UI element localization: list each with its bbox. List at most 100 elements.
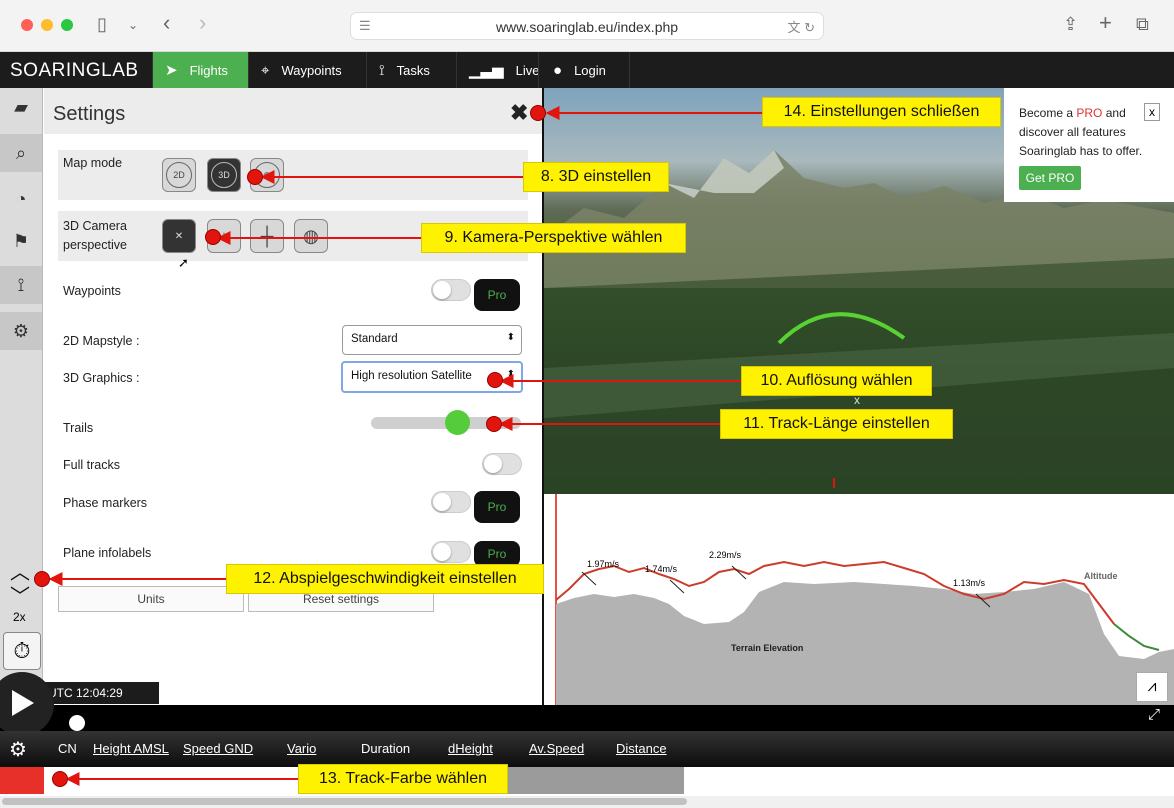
map-mode-2d-button[interactable]: 2D: [162, 158, 196, 192]
nav-login[interactable]: ● Login: [538, 52, 630, 88]
minimize-window-button[interactable]: [41, 19, 53, 31]
share-icon[interactable]: ⇪: [1063, 14, 1078, 35]
settings-header: Settings ✖: [44, 88, 542, 134]
chart-toggle-icon[interactable]: ⩘: [1136, 672, 1168, 702]
horizontal-scrollbar[interactable]: [0, 796, 1174, 808]
promo-close-button[interactable]: x: [1144, 103, 1160, 121]
col-height-amsl[interactable]: Height AMSL: [93, 741, 169, 756]
promo-text: Become a PRO and discover all features S…: [1019, 104, 1164, 161]
toggle-knob: [433, 281, 451, 299]
tabs-icon[interactable]: ⧉: [1136, 14, 1149, 35]
waypoints-toggle[interactable]: [431, 279, 471, 301]
timeline-handle[interactable]: [68, 715, 85, 731]
sidebar-icon[interactable]: ▯: [97, 14, 107, 35]
browser-toolbar: ▯ ⌄ ‹ › ☰ www.soaringlab.eu/index.php 文 …: [0, 0, 1174, 52]
toggle-knob: [433, 493, 451, 511]
phase-markers-pro-badge[interactable]: Pro: [474, 491, 520, 523]
cross-camera-icon: ┼: [260, 225, 274, 246]
nav-waypoints[interactable]: ⌖ Waypoints: [248, 52, 366, 88]
camera-cross-button[interactable]: ┼: [250, 219, 284, 253]
col-duration[interactable]: Duration: [361, 741, 410, 756]
reload-icon[interactable]: 文 ↻: [787, 17, 815, 36]
annotation-dot: [487, 372, 503, 388]
forward-icon[interactable]: ›: [199, 10, 206, 36]
annotation-dot: [530, 105, 546, 121]
plus-icon[interactable]: +: [1099, 10, 1112, 36]
gear-icon[interactable]: ⚙: [0, 312, 42, 350]
track-row-cell: [504, 767, 684, 794]
live-signal-icon: ▁▃▅: [469, 62, 504, 79]
close-window-button[interactable]: [21, 19, 33, 31]
follow-glider-camera-icon: ✕: [174, 230, 184, 242]
mapstyle-2d-select[interactable]: Standard ⬍: [342, 325, 522, 355]
plane-infolabels-toggle[interactable]: [431, 541, 471, 563]
speedometer-icon[interactable]: ◔: [0, 180, 42, 218]
col-distance[interactable]: Distance: [616, 741, 667, 756]
camera-follow-button[interactable]: ✕: [162, 219, 196, 253]
col-vario[interactable]: Vario: [287, 741, 316, 756]
folder-icon[interactable]: ▰: [0, 88, 42, 126]
vario-annotation-2: 1.74m/s: [645, 564, 678, 574]
waypoints-label: Waypoints: [63, 284, 121, 298]
nav-login-label: Login: [574, 62, 606, 78]
chevron-down-icon[interactable]: ⌄: [128, 18, 138, 32]
checkered-flag-icon[interactable]: ⚑: [0, 222, 42, 260]
vario-annotation-1: 1.97m/s: [587, 559, 620, 569]
nav-tasks[interactable]: ⟟ Tasks: [366, 52, 456, 88]
search-icon[interactable]: ⌕: [0, 134, 42, 172]
playback-speed: 2x: [13, 610, 26, 624]
settings-title: Settings: [53, 103, 126, 125]
altitude-series-label: Altitude: [1084, 571, 1118, 581]
mapstyle-2d-label: 2D Mapstyle :: [63, 334, 140, 348]
nav-flights[interactable]: ➤ Flights: [152, 52, 248, 88]
side-camera-icon: ⟂: [220, 230, 228, 242]
stopwatch-icon[interactable]: ⏱: [3, 632, 41, 670]
maximize-window-button[interactable]: [61, 19, 73, 31]
close-icon[interactable]: ✖: [510, 100, 528, 126]
map-mode-3d-button[interactable]: 3D: [207, 158, 241, 192]
units-button[interactable]: Units: [58, 586, 244, 612]
playback-timeline[interactable]: [0, 705, 1174, 731]
callout-track-color: 13. Track-Farbe wählen: [298, 764, 508, 794]
col-av-speed[interactable]: Av.Speed: [529, 741, 584, 756]
col-cn[interactable]: CN: [58, 741, 77, 756]
track-color-swatch[interactable]: [0, 767, 44, 794]
trails-label: Trails: [63, 421, 94, 435]
annotation-tick-1: [581, 571, 597, 586]
col-speed-gnd[interactable]: Speed GND: [183, 741, 253, 756]
waypoint-route-icon[interactable]: ⟟: [0, 266, 42, 304]
camera-globe-button[interactable]: ◍: [294, 219, 328, 253]
nav-live[interactable]: ▁▃▅ Live: [456, 52, 539, 88]
get-pro-button[interactable]: Get PRO: [1019, 166, 1081, 190]
globe-3d-icon: 3D: [211, 162, 237, 188]
scrollbar-thumb[interactable]: [2, 798, 687, 805]
phase-markers-label: Phase markers: [63, 496, 148, 510]
nav-waypoints-label: Waypoints: [281, 62, 342, 78]
app-navbar: SOARINGLAB ➤ Flights ⌖ Waypoints ⟟ Tasks…: [0, 52, 1174, 88]
fullscreen-icon[interactable]: ⤢: [1148, 706, 1160, 723]
col-dheight[interactable]: dHeight: [448, 741, 493, 756]
gear-icon[interactable]: ⚙: [9, 737, 27, 762]
annotation-dot: [34, 571, 50, 587]
mouse-cursor-icon: ➚: [178, 255, 189, 270]
app-logo[interactable]: SOARINGLAB: [10, 60, 139, 82]
select-arrows-icon: ⬍: [506, 369, 515, 380]
phase-markers-toggle[interactable]: [431, 491, 471, 513]
crosshair-icon: ⌖: [261, 61, 270, 79]
globe-camera-icon: ◍: [303, 225, 319, 246]
paper-plane-icon: ➤: [165, 62, 178, 79]
back-icon[interactable]: ‹: [163, 10, 170, 36]
waypoints-pro-badge[interactable]: Pro: [474, 279, 520, 311]
nav-tasks-label: Tasks: [396, 62, 430, 78]
full-tracks-toggle[interactable]: [482, 453, 522, 475]
terrain-series-label: Terrain Elevation: [731, 643, 803, 653]
nav-flights-label: Flights: [189, 62, 228, 78]
altitude-chart-svg: 1.97m/s 1.74m/s 2.29m/s 1.13m/s Altitude…: [555, 494, 1174, 705]
map-mode-label: Map mode: [63, 156, 123, 170]
address-bar[interactable]: ☰ www.soaringlab.eu/index.php 文 ↻: [350, 12, 824, 40]
speed-down-icon[interactable]: ﹀: [10, 580, 30, 609]
altitude-chart[interactable]: 1.97m/s 1.74m/s 2.29m/s 1.13m/s Altitude…: [544, 494, 1174, 705]
promo-pro-word: PRO: [1076, 106, 1103, 120]
select-arrows-icon: ⬍: [506, 332, 515, 343]
trails-slider-handle[interactable]: [444, 410, 470, 435]
